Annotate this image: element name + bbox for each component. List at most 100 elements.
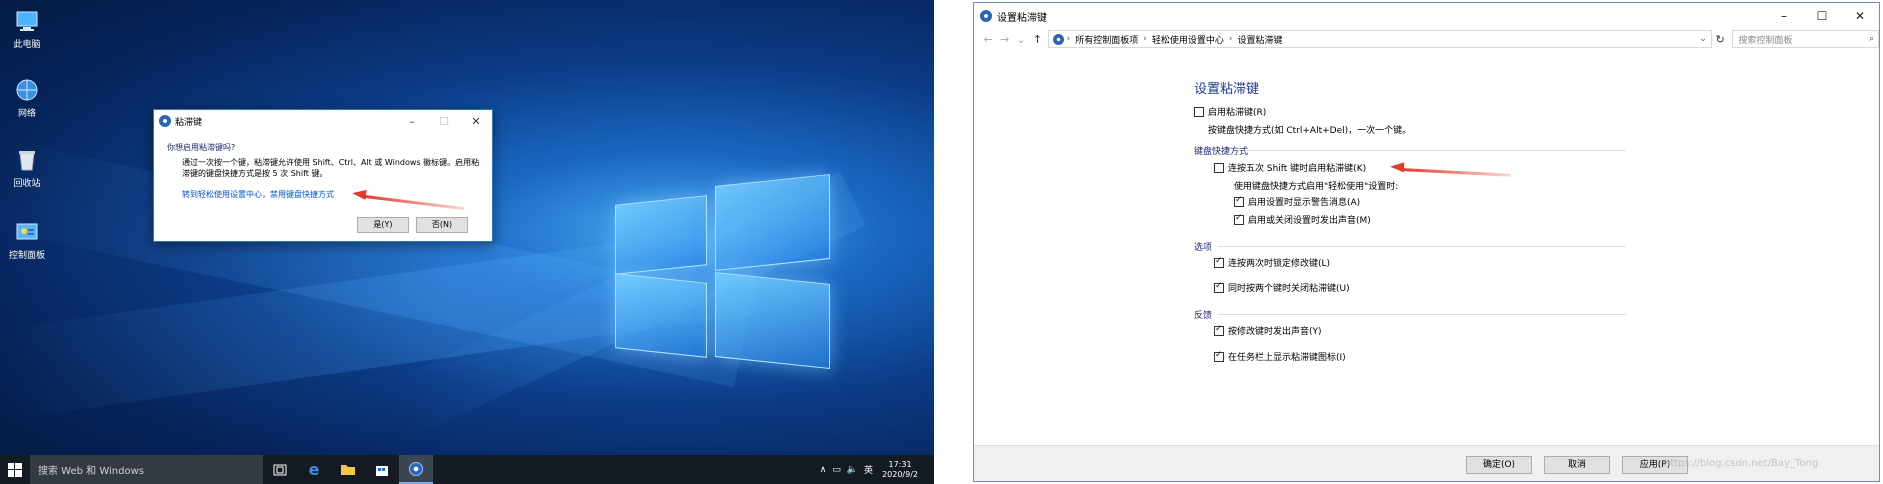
options-section: 选项 [1194, 243, 1213, 253]
ease-of-access-icon [980, 10, 992, 22]
breadcrumb-all-items[interactable]: 所有控制面板项 [1075, 33, 1138, 46]
up-icon[interactable]: ↑ [1029, 33, 1045, 46]
checkbox-label: 启用粘滞键(R) [1208, 108, 1267, 118]
desktop-icon-this-pc[interactable]: 此电脑 [6, 8, 48, 50]
dialog-title: 粘滞键 [175, 117, 203, 128]
search-input[interactable]: 搜索控制面板 ⌕ [1732, 30, 1879, 48]
address-bar[interactable]: › 所有控制面板项 › 轻松使用设置中心 › 设置粘滞键 ⌄ [1047, 30, 1712, 48]
shift5-checkbox[interactable]: 连按五次 Shift 键时启用粘滞键(K) [1214, 161, 1366, 174]
watermark: https://blog.csdn.net/Bay_Tong [1664, 458, 1819, 469]
no-button[interactable]: 否(N) [416, 217, 468, 233]
section-divider [1218, 246, 1626, 247]
computer-icon [14, 8, 40, 34]
desktop-icon-recycle-bin[interactable]: 回收站 [6, 147, 48, 189]
clock[interactable]: 17:31 2020/9/2 [882, 460, 918, 480]
checkbox-label: 按修改键时发出声音(Y) [1228, 327, 1322, 337]
button-bar: 确定(O) 取消 应用(P) https://blog.csdn.net/Bay… [974, 445, 1879, 481]
checkbox-label: 在任务栏上显示粘滞键图标(I) [1228, 353, 1346, 363]
dialog-body: 通过一次按一个键，粘滞键允许使用 Shift、Ctrl、Alt 或 Window… [182, 158, 480, 178]
keyboard-shortcut-section: 键盘快捷方式 [1194, 147, 1249, 157]
edge-button[interactable]: e [297, 455, 331, 484]
windows-start-icon [8, 462, 22, 477]
back-icon[interactable]: ← [980, 33, 996, 46]
task-view-icon [273, 464, 287, 475]
minimize-icon[interactable]: – [1765, 9, 1803, 23]
checkbox-unchecked[interactable] [1214, 162, 1224, 173]
disable-shortcut-link[interactable]: 转到轻松使用设置中心，禁用键盘快捷方式 [182, 189, 334, 200]
task-view-button[interactable] [263, 455, 297, 484]
refresh-icon[interactable]: ↻ [1712, 33, 1728, 46]
folder-icon [341, 465, 355, 475]
file-explorer-button[interactable] [331, 455, 365, 484]
window-title: 设置粘滞键 [997, 12, 1047, 24]
close-icon[interactable]: ✕ [460, 115, 492, 128]
desktop-icon-label: 此电脑 [13, 40, 41, 50]
forward-icon[interactable]: → [996, 33, 1012, 46]
section-divider [1246, 150, 1626, 151]
logo-pane [715, 173, 830, 272]
store-button[interactable] [365, 455, 399, 484]
ease-of-access-taskbar-button[interactable] [399, 455, 433, 484]
control-panel-icon [1052, 33, 1064, 45]
checkbox-checked[interactable] [1214, 281, 1224, 293]
yes-button[interactable]: 是(Y) [357, 217, 409, 233]
desktop-icon-label: 网络 [17, 109, 36, 119]
feedback-section: 反馈 [1194, 311, 1213, 321]
checkbox-checked[interactable] [1214, 324, 1224, 336]
turn-off-two-keys-checkbox[interactable]: 同时按两个键时关闭粘滞键(U) [1214, 281, 1350, 294]
annotation-arrow-head [351, 188, 367, 200]
checkbox-unchecked[interactable] [1194, 106, 1204, 117]
clock-date: 2020/9/2 [882, 469, 918, 479]
breadcrumb-ease-of-access[interactable]: 轻松使用设置中心 [1152, 33, 1224, 46]
checkbox-checked[interactable] [1214, 350, 1224, 362]
enable-sticky-keys-checkbox[interactable]: 启用粘滞键(R) [1194, 105, 1266, 118]
shortcut-note: 使用键盘快捷方式启用"轻松使用"设置时: [1234, 182, 1399, 192]
section-divider [1218, 314, 1626, 315]
chevron-down-icon[interactable]: ⌄ [1699, 34, 1707, 44]
ime-indicator[interactable]: 英 [864, 463, 873, 476]
show-taskbar-icon-checkbox[interactable]: 在任务栏上显示粘滞键图标(I) [1214, 350, 1346, 363]
enable-description: 按键盘快捷方式(如 Ctrl+Alt+Del)，一次一个键。 [1208, 126, 1412, 136]
chevron-up-icon[interactable]: ∧ [820, 465, 827, 475]
search-icon: ⌕ [1868, 34, 1875, 44]
cancel-button[interactable]: 取消 [1544, 456, 1610, 474]
start-button[interactable] [0, 455, 30, 484]
navigation-bar: ← → ⌄ ↑ › 所有控制面板项 › 轻松使用设置中心 › 设置粘滞键 ⌄ ↻… [974, 29, 1879, 49]
warning-message-checkbox[interactable]: 启用设置时显示警告消息(A) [1234, 195, 1360, 208]
search-placeholder: 搜索控制面板 [1738, 35, 1793, 46]
sticky-keys-dialog: 粘滞键 – ☐ ✕ 你想启用粘滞键吗? 通过一次按一个键，粘滞键允许使用 Shi… [153, 109, 493, 242]
checkbox-label: 连按五次 Shift 键时启用粘滞键(K) [1228, 164, 1367, 174]
checkbox-label: 启用或关闭设置时发出声音(M) [1248, 216, 1371, 226]
volume-icon[interactable]: 🔈 [847, 465, 858, 475]
breadcrumb-separator-icon: › [1143, 34, 1147, 44]
minimize-icon[interactable]: – [396, 115, 428, 128]
network-tray-icon[interactable]: ▭ [832, 465, 841, 475]
breadcrumb-sticky-keys[interactable]: 设置粘滞键 [1237, 33, 1282, 46]
edge-icon: e [308, 460, 320, 479]
checkbox-checked[interactable] [1234, 213, 1244, 225]
toggle-sound-checkbox[interactable]: 启用或关闭设置时发出声音(M) [1234, 213, 1371, 226]
breadcrumb-separator-icon: › [1063, 34, 1071, 44]
lock-modifier-checkbox[interactable]: 连按两次时锁定修改键(L) [1214, 256, 1330, 269]
checkbox-label: 启用设置时显示警告消息(A) [1248, 198, 1361, 208]
desktop-icon-network[interactable]: 网络 [6, 77, 48, 119]
ok-button[interactable]: 确定(O) [1466, 456, 1532, 474]
maximize-icon: ☐ [439, 114, 449, 128]
window-titlebar: 设置粘滞键 – ☐ ✕ [974, 3, 1879, 29]
control-panel-icon [14, 219, 40, 245]
desktop-icon-control-panel[interactable]: 控制面板 [6, 219, 48, 261]
breadcrumb-separator-icon: › [1228, 34, 1233, 44]
checkbox-checked[interactable] [1234, 195, 1244, 207]
annotation-arrow-head [1389, 161, 1405, 173]
control-panel-window: 设置粘滞键 – ☐ ✕ ← → ⌄ ↑ › 所有控制面板项 › 轻松使用设置中心… [973, 2, 1880, 482]
maximize-icon[interactable]: ☐ [1803, 9, 1841, 23]
beep-modifier-checkbox[interactable]: 按修改键时发出声音(Y) [1214, 324, 1322, 337]
close-icon[interactable]: ✕ [1841, 9, 1879, 23]
ease-of-access-icon [159, 115, 171, 127]
desktop-icon-label: 回收站 [13, 179, 41, 189]
dialog-question: 你想启用粘滞键吗? [167, 143, 236, 152]
dialog-titlebar: 粘滞键 – ☐ ✕ [154, 110, 492, 132]
taskbar-search[interactable]: 搜索 Web 和 Windows [30, 455, 263, 484]
history-dropdown-icon[interactable]: ⌄ [1013, 33, 1029, 46]
checkbox-checked[interactable] [1214, 256, 1224, 268]
